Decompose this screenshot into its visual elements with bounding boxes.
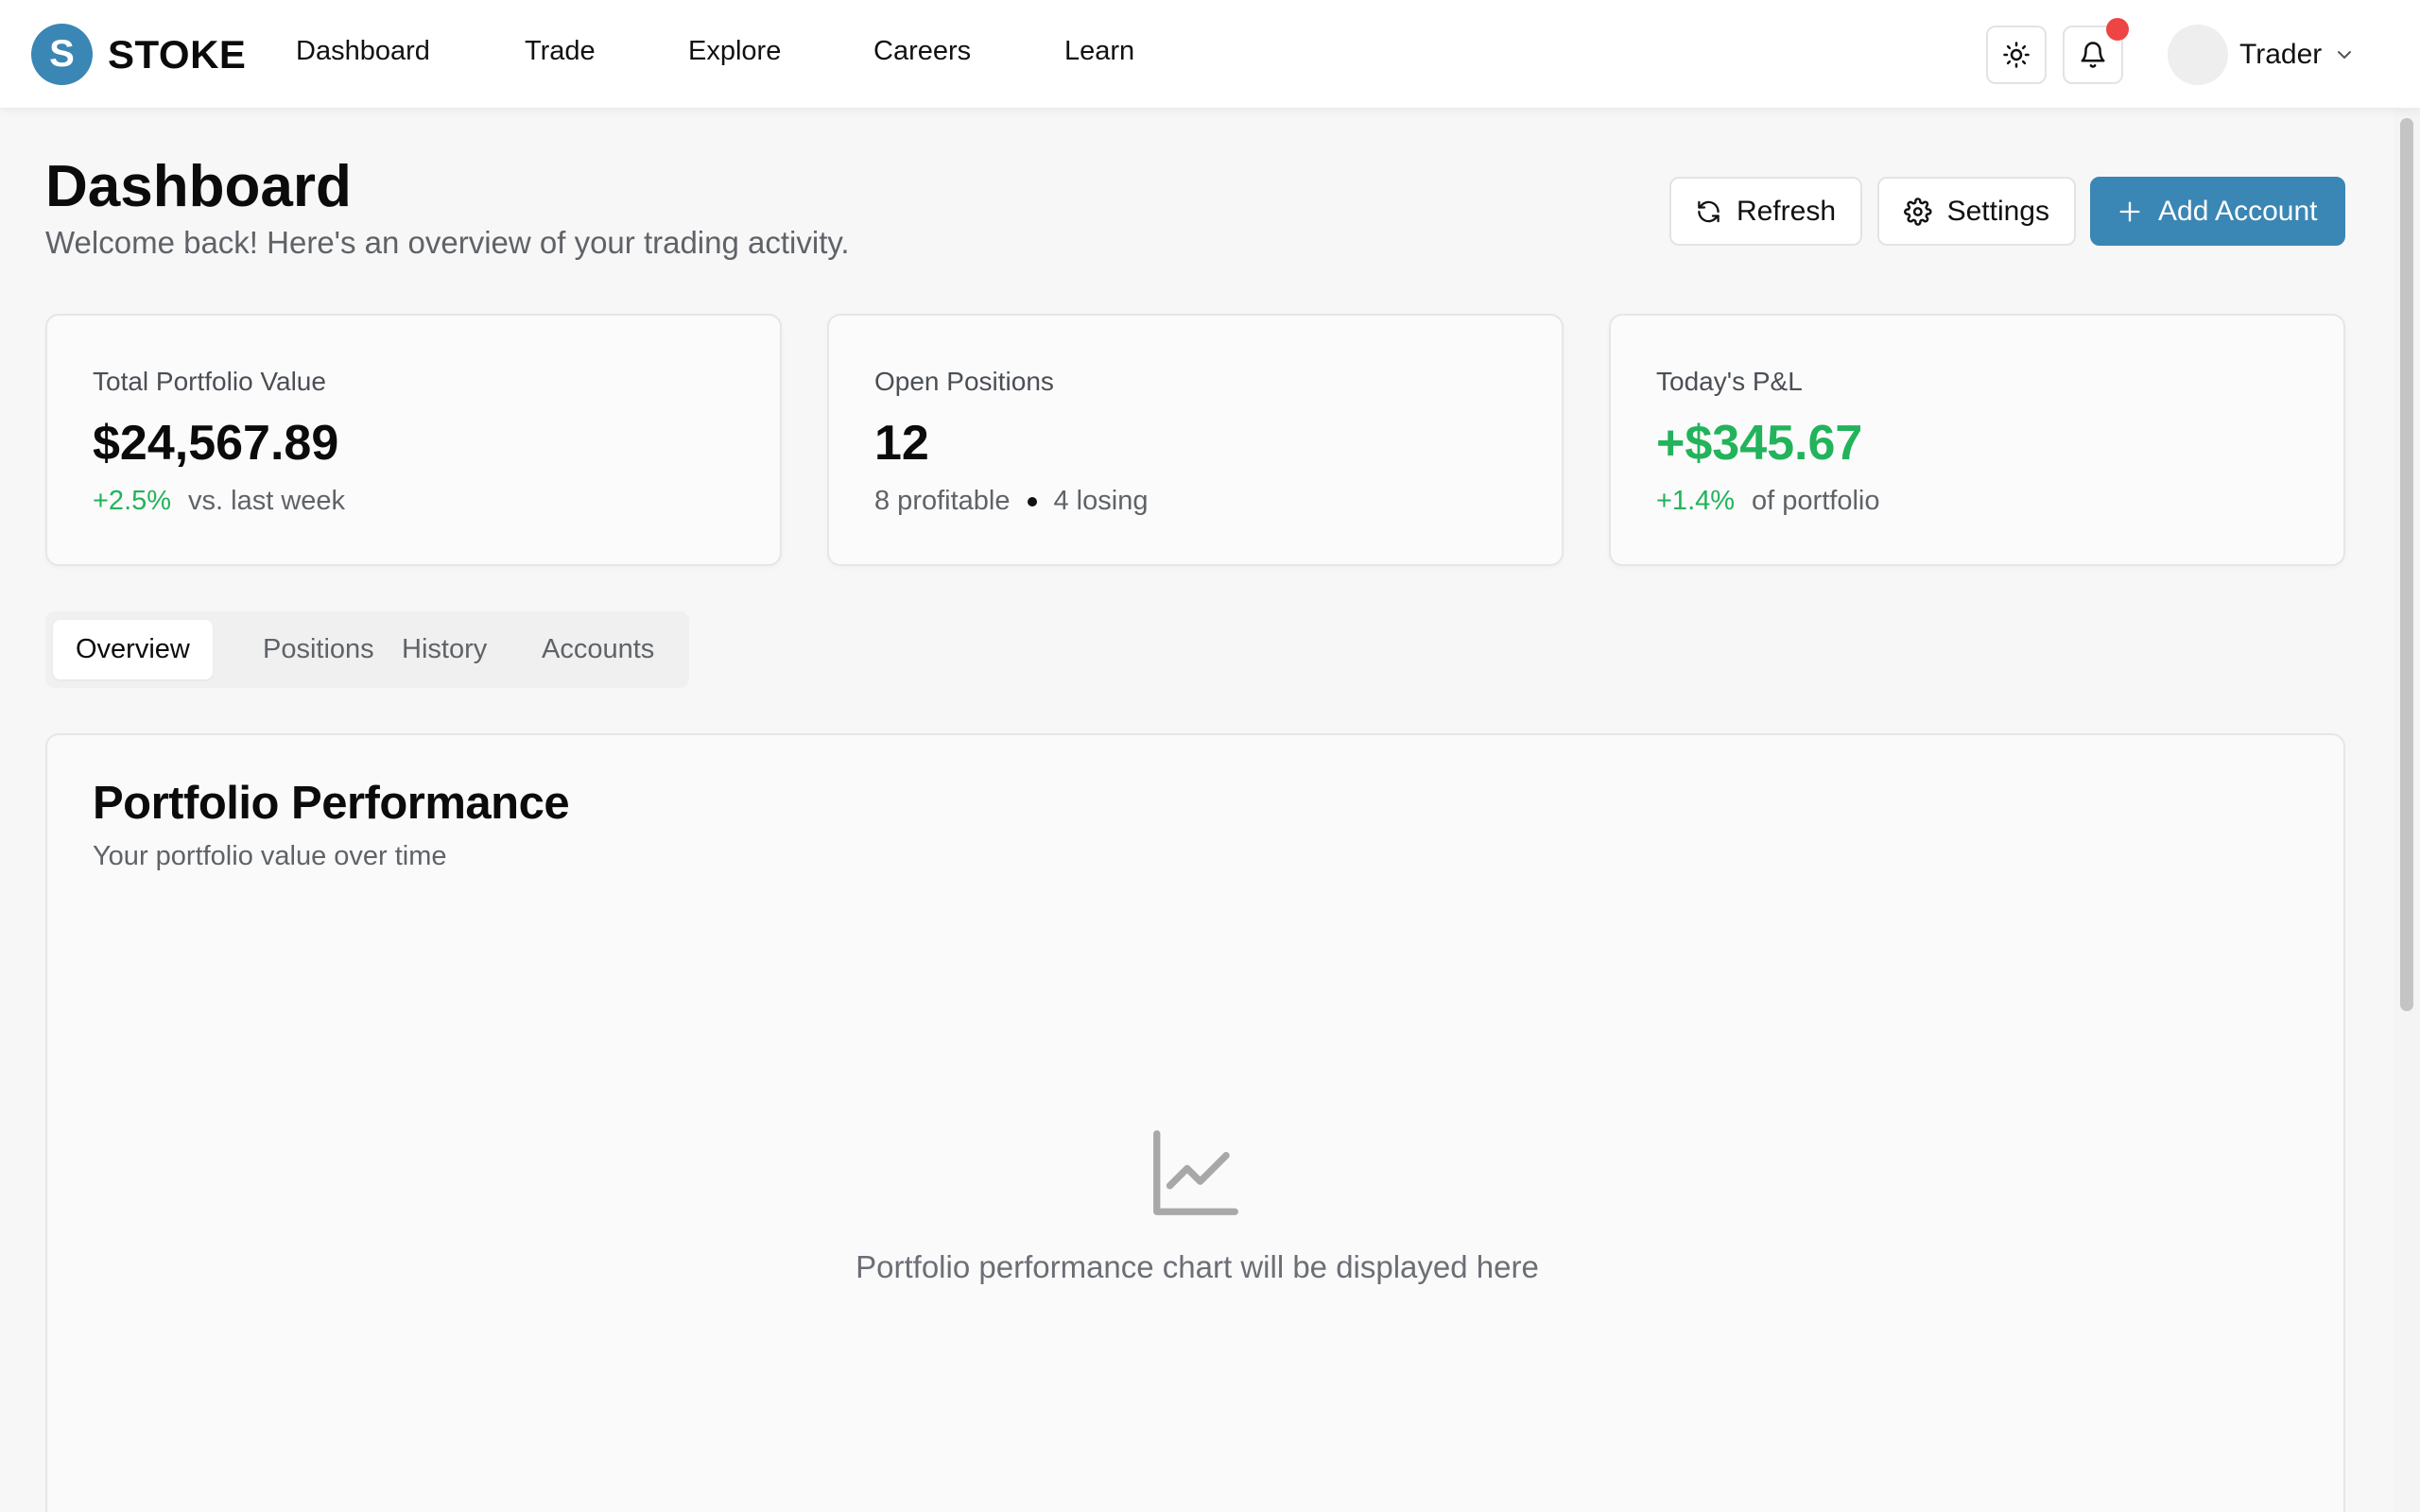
- line-chart-icon: [1153, 1130, 1238, 1215]
- stat-value: $24,567.89: [93, 416, 339, 471]
- stat-value: 12: [874, 416, 929, 471]
- dashboard-tabs: Overview Positions History Accounts: [45, 611, 689, 688]
- panel-title: Portfolio Performance: [93, 778, 570, 829]
- panel-subtitle: Your portfolio value over time: [93, 841, 447, 871]
- page-scrollbar[interactable]: [2394, 109, 2420, 1512]
- tab-history[interactable]: History: [379, 620, 510, 679]
- bell-icon: [2081, 42, 2105, 68]
- nav-link-explore[interactable]: Explore: [688, 36, 781, 67]
- brand-logo-icon: S: [31, 24, 93, 85]
- refresh-button-label: Refresh: [1736, 195, 1836, 227]
- avatar: [2168, 25, 2228, 85]
- top-navbar: S STOKE Dashboard Trade Explore Careers …: [0, 0, 2420, 109]
- losing-count: 4 losing: [1053, 486, 1149, 516]
- tab-accounts[interactable]: Accounts: [519, 620, 677, 679]
- scrollbar-thumb[interactable]: [2400, 118, 2413, 1011]
- nav-link-careers[interactable]: Careers: [873, 36, 971, 67]
- dashboard-page: S STOKE Dashboard Trade Explore Careers …: [0, 0, 2420, 1512]
- stat-note: vs. last week: [188, 486, 346, 516]
- sun-icon: [2003, 42, 2030, 68]
- settings-button-label: Settings: [1946, 195, 2049, 227]
- nav-link-learn[interactable]: Learn: [1064, 36, 1134, 67]
- tab-positions[interactable]: Positions: [240, 620, 397, 679]
- stat-change-row: +2.5% vs. last week: [93, 486, 345, 517]
- stat-change: +2.5%: [93, 486, 172, 516]
- stat-change: +1.4%: [1656, 486, 1736, 516]
- add-account-button[interactable]: Add Account: [2090, 177, 2345, 246]
- stat-card-todays-pnl: Today's P&L +$345.67 +1.4% of portfolio: [1609, 314, 2345, 566]
- refresh-button[interactable]: Refresh: [1669, 177, 1862, 246]
- stat-card-open-positions: Open Positions 12 8 profitable 4 losing: [827, 314, 1564, 566]
- bullet-separator: [1027, 496, 1037, 507]
- nav-link-dashboard[interactable]: Dashboard: [296, 36, 430, 67]
- theme-toggle-button[interactable]: [1986, 26, 2047, 84]
- plus-icon: [2119, 201, 2140, 221]
- stat-label: Open Positions: [874, 367, 1054, 396]
- settings-button[interactable]: Settings: [1877, 177, 2076, 246]
- brand-name: STOKE: [108, 31, 247, 77]
- nav-link-trade[interactable]: Trade: [525, 36, 596, 67]
- tab-overview[interactable]: Overview: [53, 620, 213, 679]
- stat-value: +$345.67: [1656, 416, 1863, 471]
- profitable-count: 8 profitable: [874, 486, 1011, 516]
- stat-label: Total Portfolio Value: [93, 367, 326, 396]
- refresh-icon: [1698, 200, 1720, 222]
- stat-label: Today's P&L: [1656, 367, 1803, 396]
- user-menu[interactable]: Trader: [2168, 24, 2356, 86]
- chart-placeholder-text: Portfolio performance chart will be disp…: [856, 1249, 1539, 1284]
- page-title: Dashboard: [45, 154, 352, 219]
- chevron-down-icon: [2338, 51, 2352, 59]
- gear-icon: [1904, 197, 1932, 226]
- stat-card-portfolio-value: Total Portfolio Value $24,567.89 +2.5% v…: [45, 314, 782, 566]
- stat-breakdown-row: 8 profitable 4 losing: [874, 486, 1148, 517]
- user-name: Trader: [2239, 39, 2323, 70]
- brand[interactable]: S STOKE: [31, 24, 246, 85]
- page-subtitle: Welcome back! Here's an overview of your…: [45, 225, 850, 260]
- stat-note: of portfolio: [1752, 486, 1880, 516]
- add-account-button-label: Add Account: [2158, 195, 2318, 227]
- notification-badge: [2106, 18, 2129, 41]
- portfolio-performance-panel: Portfolio Performance Your portfolio val…: [45, 733, 2345, 1512]
- stat-change-row: +1.4% of portfolio: [1656, 486, 1879, 517]
